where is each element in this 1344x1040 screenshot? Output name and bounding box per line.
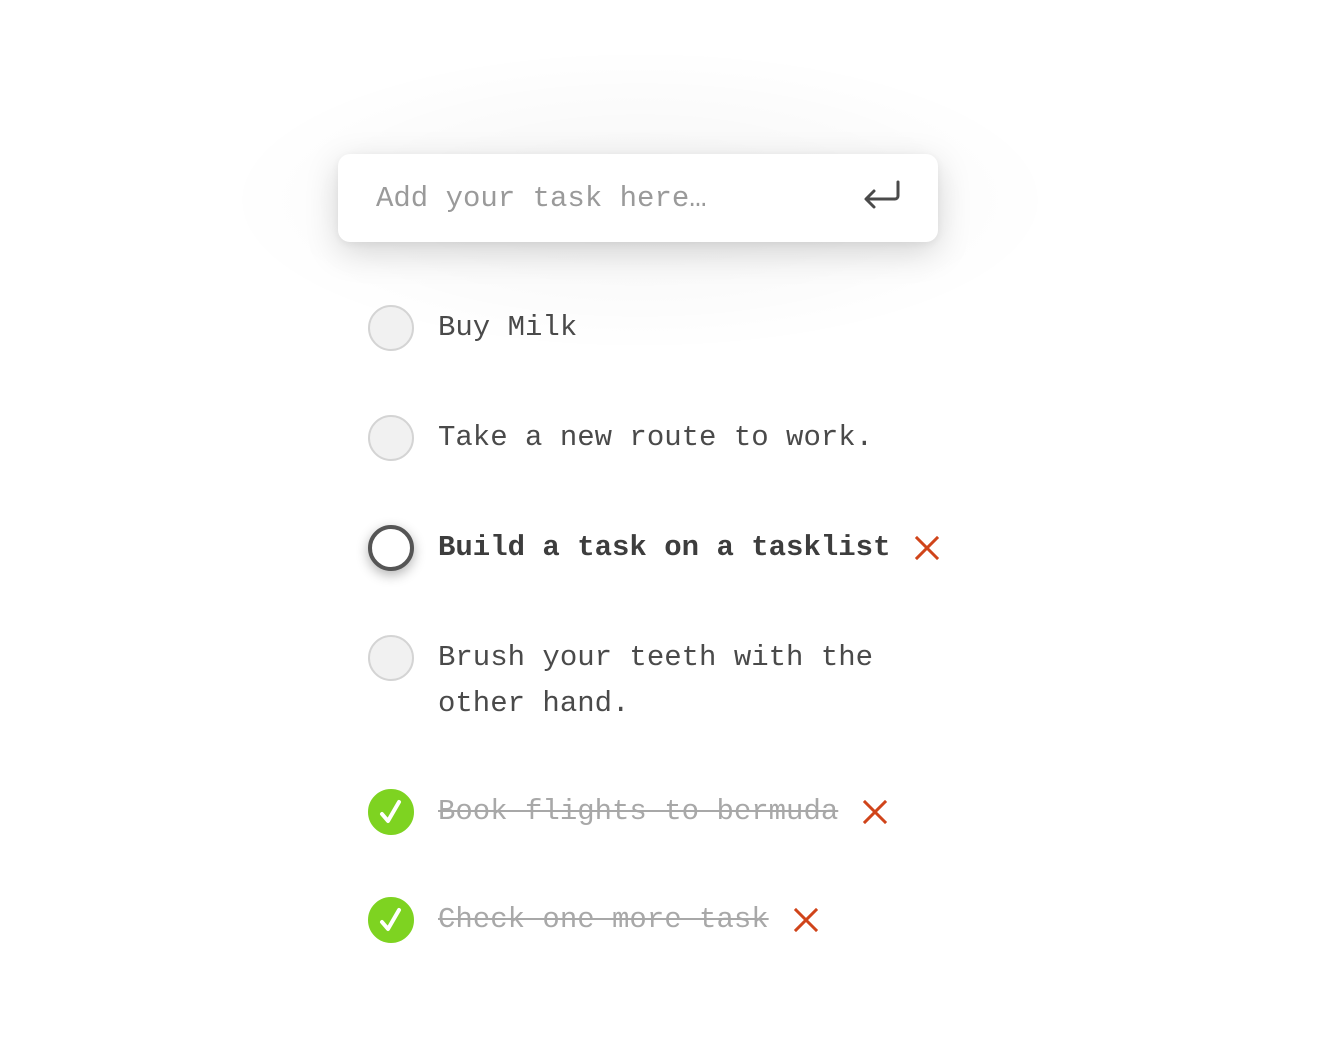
task-label: Book flights to bermuda <box>438 795 839 828</box>
close-x-icon <box>793 908 818 932</box>
add-task-box <box>338 154 938 242</box>
task-item-hovered: Build a task on a tasklist <box>368 525 940 571</box>
task-item: Brush your teeth with the other hand. <box>368 635 878 727</box>
enter-return-icon <box>862 179 902 218</box>
task-label: Brush your teeth with the other hand. <box>438 641 874 720</box>
task-label: Take a new route to work. <box>438 421 874 454</box>
task-label: Buy Milk <box>438 311 578 344</box>
task-checkbox-checked[interactable] <box>368 897 414 943</box>
task-checkbox[interactable] <box>368 415 414 461</box>
task-label: Check one more task <box>438 903 769 936</box>
checkmark-icon <box>380 908 401 931</box>
close-x-icon <box>915 536 940 560</box>
submit-task-button[interactable] <box>856 176 908 220</box>
task-checkbox-checked[interactable] <box>368 789 414 835</box>
task-item: Take a new route to work. <box>368 415 873 461</box>
close-x-icon <box>863 800 888 824</box>
delete-task-button[interactable] <box>862 789 888 835</box>
task-checkbox[interactable] <box>368 635 414 681</box>
delete-task-button[interactable] <box>914 525 940 571</box>
delete-task-button[interactable] <box>793 897 819 943</box>
task-checkbox[interactable] <box>368 305 414 351</box>
task-item: Buy Milk <box>368 305 577 351</box>
checkmark-icon <box>380 800 401 823</box>
task-item-completed: Book flights to bermuda <box>368 789 888 835</box>
task-checkbox[interactable] <box>368 525 414 571</box>
add-task-input[interactable] <box>376 154 856 242</box>
task-label: Build a task on a tasklist <box>438 531 891 564</box>
task-item-completed: Check one more task <box>368 897 819 943</box>
